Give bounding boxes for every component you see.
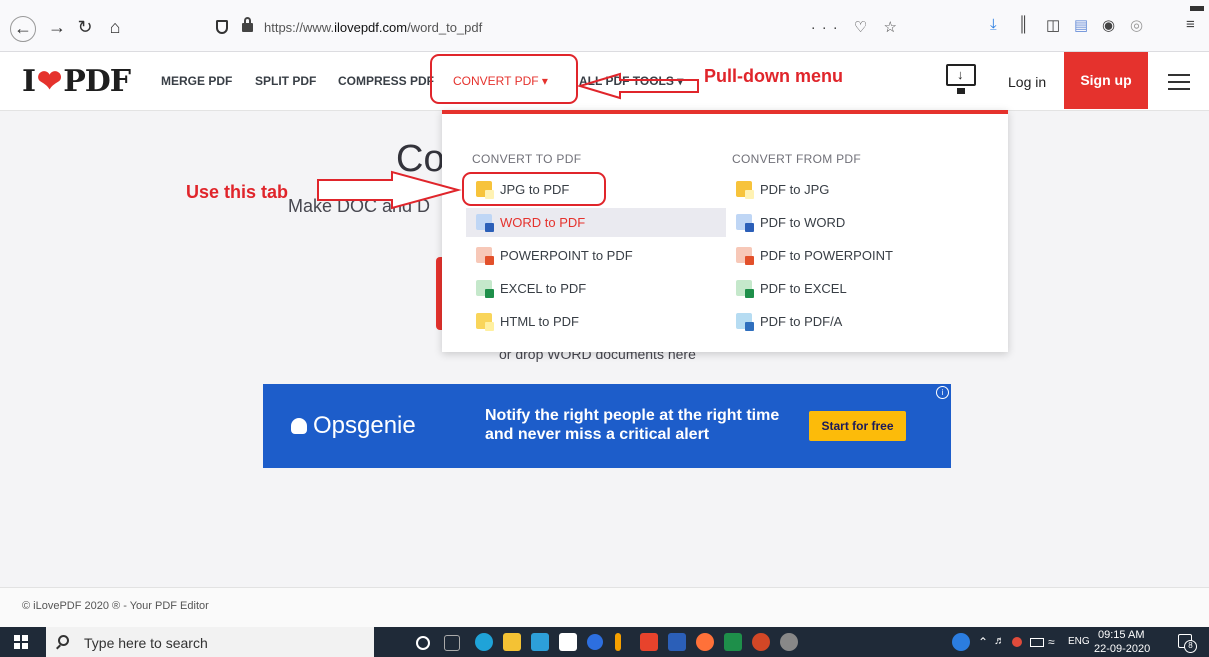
system-tray: ⌃ ♬ ≈ ENG 09:15 AM 22-09-2020 8 — [950, 627, 1209, 657]
word-app-icon[interactable] — [668, 633, 686, 651]
paint-icon[interactable] — [780, 633, 798, 651]
clock-date[interactable]: 22-09-2020 — [1094, 643, 1150, 655]
language-indicator[interactable]: ENG — [1068, 636, 1090, 647]
volume-icon[interactable]: ♬ — [994, 635, 1005, 647]
tray-chevron-icon[interactable]: ⌃ — [978, 635, 988, 649]
clock-time[interactable]: 09:15 AM — [1098, 629, 1144, 641]
notification-count: 8 — [1184, 640, 1197, 653]
search-icon — [58, 635, 69, 646]
app-bolt-icon[interactable] — [615, 633, 621, 651]
file-explorer-icon[interactable] — [503, 633, 521, 651]
notification-icon[interactable]: 8 — [1178, 634, 1197, 653]
footer-copyright: © iLovePDF 2020 ® - Your PDF Editor — [22, 600, 209, 612]
antivirus-icon[interactable] — [1012, 637, 1022, 647]
battery-icon[interactable] — [1030, 638, 1044, 647]
windows-taskbar: Type here to search ⌃ ♬ ≈ ENG 09:15 AM 2… — [0, 627, 1209, 657]
wifi-icon[interactable]: ≈ — [1048, 635, 1055, 649]
cortana-icon[interactable] — [416, 636, 430, 650]
amazon-icon[interactable] — [559, 633, 577, 651]
use-tab-arrow-icon — [317, 170, 462, 210]
help-icon[interactable] — [952, 633, 970, 651]
search-placeholder: Type here to search — [84, 635, 208, 651]
pulldown-arrow-icon — [576, 72, 699, 100]
annotation-arrows — [317, 72, 699, 210]
firefox-icon[interactable] — [696, 633, 714, 651]
dropbox-icon[interactable] — [587, 634, 603, 650]
excel-app-icon[interactable] — [724, 633, 742, 651]
windows-start-icon[interactable] — [14, 635, 28, 649]
edge-icon[interactable] — [475, 633, 493, 651]
powerpoint-app-icon[interactable] — [752, 633, 770, 651]
page-footer: © iLovePDF 2020 ® - Your PDF Editor — [0, 587, 1209, 628]
mail-icon[interactable] — [531, 633, 549, 651]
office-icon[interactable] — [640, 633, 658, 651]
task-view-icon[interactable] — [444, 635, 460, 651]
taskbar-search-input[interactable]: Type here to search — [46, 627, 374, 657]
